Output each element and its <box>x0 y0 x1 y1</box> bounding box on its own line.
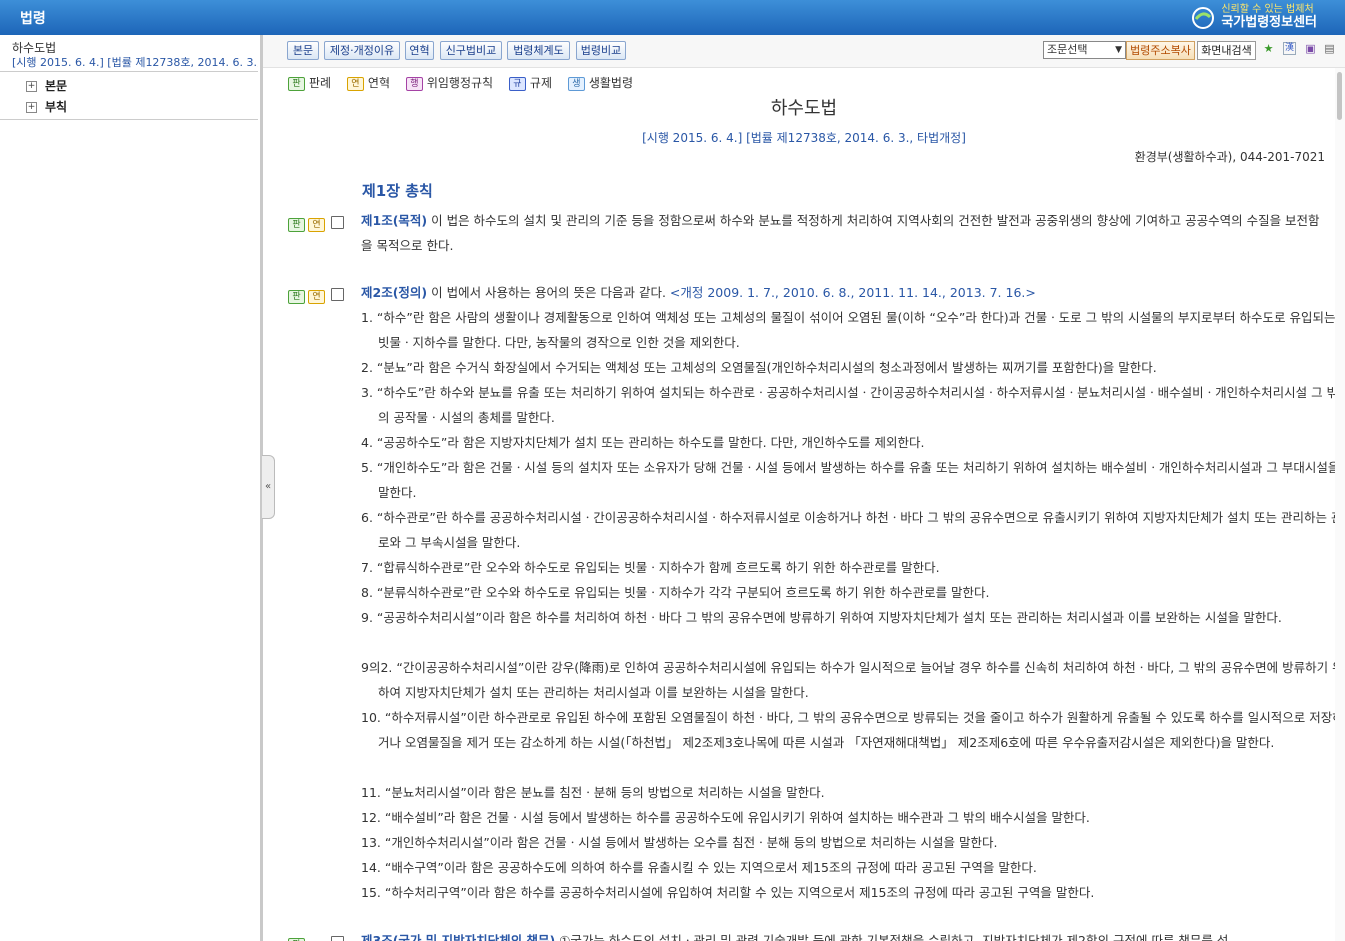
hanja-icon[interactable]: 漢 <box>1283 42 1296 55</box>
print-icon[interactable]: ▤ <box>1323 42 1336 55</box>
law-meta[interactable]: [시행 2015. 6. 4.] [법률 제12738호, 2014. 6. 3… <box>263 129 1345 146</box>
living-law-badge-icon: 생 <box>567 76 585 91</box>
find-in-page-button[interactable]: 화면내검색 <box>1197 41 1256 60</box>
tree-item-label[interactable]: 본문 <box>45 79 67 93</box>
legend-label: 규제 <box>529 76 553 90</box>
expand-icon[interactable]: + <box>26 81 37 92</box>
legend-label: 생활법령 <box>588 76 634 90</box>
definition-item: 12. “배수설비”라 함은 건물ㆍ시설 등에서 발생하는 하수를 공공하수도에… <box>361 810 1090 825</box>
legend-item[interactable]: 규 규제 <box>508 76 553 91</box>
article-3: 제3조(국가 및 지방자치단체의 책무) ①국가는 하수도의 설치ㆍ관리 및 관… <box>361 928 1331 941</box>
legend-label: 판례 <box>309 76 332 90</box>
article-2: 제2조(정의) 이 법에서 사용하는 용어의 뜻은 다음과 같다. <개정 20… <box>361 280 1331 305</box>
tab-body-button[interactable]: 본문 <box>287 41 319 60</box>
legend-label: 위임행정규칙 <box>426 76 494 90</box>
tree-item-addenda[interactable]: + 부칙 <box>26 98 67 115</box>
definition-item: 2. “분뇨”라 함은 수거식 화장실에서 수거되는 액체성 또는 고체성의 오… <box>361 360 1157 375</box>
article-text: 이 법에서 사용하는 용어의 뜻은 다음과 같다. <box>427 285 670 300</box>
definition-item: 9의2. “간이공공하수처리시설”이란 강우(降雨)로 인하여 공공하수처리시설… <box>361 660 1344 700</box>
definition-item: 8. “분류식하수관로”란 오수와 하수도로 유입되는 빗물ㆍ지하수가 각각 구… <box>361 585 990 600</box>
divider <box>0 71 258 72</box>
article-heading[interactable]: 제1조(목적) <box>361 213 427 228</box>
article-text: ①국가는 하수도의 설치ㆍ관리 및 관련 기술개발 등에 관한 기본정책을 수립… <box>555 933 1229 941</box>
definition-item: 11. “분뇨처리시설”이라 함은 분뇨를 침전ㆍ분해 등의 방법으로 처리하는… <box>361 785 825 800</box>
ministry-contact: 환경부(생활하수과), 044-201-7021 <box>1134 150 1325 164</box>
definition-item: 7. “합류식하수관로”란 오수와 하수도로 유입되는 빗물ㆍ지하수가 함께 흐… <box>361 560 940 575</box>
legend-item[interactable]: 판 판례 <box>288 76 332 91</box>
amendment-note[interactable]: <개정 2009. 1. 7., 2010. 6. 8., 2011. 11. … <box>670 285 1036 300</box>
vertical-scrollbar[interactable] <box>1335 68 1345 941</box>
sidebar-law-meta: [시행 2015. 6. 4.] [법률 제12738호, 2014. 6. 3… <box>12 56 258 69</box>
article-heading[interactable]: 제3조(국가 및 지방자치단체의 책무) <box>361 933 555 941</box>
legend-item[interactable]: 행 위임행정규칙 <box>405 76 494 91</box>
definition-item: 13. “개인하수처리시설”이라 함은 건물ㆍ시설 등에서 발생하는 오수를 침… <box>361 835 998 850</box>
app-title: 법령 <box>20 11 46 27</box>
legend-label: 연혁 <box>367 76 391 90</box>
precedent-badge-icon[interactable]: 판 <box>288 217 305 232</box>
tree-item-body[interactable]: + 본문 <box>26 77 67 94</box>
enactment-reason-button[interactable]: 제정·개정이유 <box>324 41 400 60</box>
definition-item: 15. “하수처리구역”이라 함은 하수를 공공하수처리시설에 유입하여 처리할… <box>361 885 1095 900</box>
precedent-badge-icon[interactable]: 판 <box>288 289 305 304</box>
law-content: 판 판례 연 연혁 행 위임행정규칙 규 규제 생 생활법령 하수도법 [시행 2015.… <box>263 68 1345 941</box>
definition-item: 6. “하수관로”란 하수를 공공하수처리시설ㆍ간이공공하수처리시설ㆍ하수저류시… <box>361 510 1343 550</box>
precedent-badge-icon[interactable]: 판 <box>288 937 305 941</box>
legend-item[interactable]: 연 연혁 <box>346 76 391 91</box>
brand[interactable]: 신뢰할 수 있는 법제처 국가법령정보센터 <box>1192 4 1317 31</box>
history-button[interactable]: 연혁 <box>405 41 434 60</box>
article-text: 이 법은 하수도의 설치 및 관리의 기준 등을 정함으로써 하수와 분뇨를 적… <box>361 213 1320 253</box>
legend-item[interactable]: 생 생활법령 <box>567 76 634 91</box>
history-badge-icon[interactable]: 연 <box>308 217 325 232</box>
definition-item: 1. “하수”란 함은 사람의 생활이나 경제활동으로 인하여 액체성 또는 고… <box>361 310 1336 350</box>
copy-address-button[interactable]: 법령주소복사 <box>1126 41 1195 60</box>
article-1-icons: 판연 <box>288 214 328 233</box>
brand-logo-icon <box>1192 7 1215 29</box>
chevron-down-icon: ▼ <box>1115 45 1122 55</box>
definition-item: 3. “하수도”란 하수와 분뇨를 유출 또는 처리하기 위하여 설치되는 하수… <box>361 385 1339 425</box>
article-heading[interactable]: 제2조(정의) <box>361 285 427 300</box>
article-1-checkbox[interactable] <box>331 216 344 229</box>
toolbar: 본문 제정·개정이유 연혁 신구법비교 법령체계도 법령비교 조문선택 ▼ 법령주… <box>263 35 1345 68</box>
article-select-value: 조문선택 <box>1047 43 1088 56</box>
definition-item: 5. “개인하수도”라 함은 건물ㆍ시설 등의 설치자 또는 소유자가 당해 건… <box>361 460 1340 500</box>
brand-name: 국가법령정보센터 <box>1221 15 1317 30</box>
article-2-checkbox[interactable] <box>331 288 344 301</box>
article-select[interactable]: 조문선택 ▼ <box>1043 41 1126 59</box>
old-new-compare-button[interactable]: 신구법비교 <box>440 41 502 60</box>
legend: 판 판례 연 연혁 행 위임행정규칙 규 규제 생 생활법령 <box>288 74 645 91</box>
scrollbar-thumb[interactable] <box>1337 72 1342 120</box>
definition-item: 14. “배수구역”이라 함은 공공하수도에 의하여 하수를 유출시킬 수 있는… <box>361 860 1037 875</box>
history-badge-icon: 연 <box>346 76 364 91</box>
top-bar: 법령 신뢰할 수 있는 법제처 국가법령정보센터 <box>0 0 1345 35</box>
precedent-badge-icon: 판 <box>288 76 305 91</box>
article-1: 제1조(목적) 이 법은 하수도의 설치 및 관리의 기준 등을 정함으로써 하… <box>361 208 1331 258</box>
divider <box>0 119 258 120</box>
history-badge-icon[interactable]: 연 <box>308 289 325 304</box>
expand-icon[interactable]: + <box>26 102 37 113</box>
article-2-icons: 판연 <box>288 286 328 305</box>
law-compare-button[interactable]: 법령비교 <box>576 41 626 60</box>
regulation-badge-icon: 규 <box>508 76 526 91</box>
law-system-chart-button[interactable]: 법령체계도 <box>507 41 570 60</box>
definition-item: 9. “공공하수처리시설”이라 함은 하수를 처리하여 하천ㆍ바다 그 밖의 공… <box>361 610 1282 625</box>
star-icon[interactable]: ★ <box>1262 42 1275 55</box>
sidebar: 하수도법 [시행 2015. 6. 4.] [법률 제12738호, 2014.… <box>0 35 260 941</box>
article-3-icons: 판 <box>288 934 308 941</box>
tree-item-label[interactable]: 부칙 <box>45 100 67 114</box>
save-icon[interactable]: ▣ <box>1304 42 1317 55</box>
brand-slogan: 신뢰할 수 있는 법제처 <box>1221 4 1314 15</box>
law-title: 하수도법 <box>770 98 838 119</box>
article-3-checkbox[interactable] <box>331 936 344 941</box>
definition-item: 4. “공공하수도”라 함은 지방자치단체가 설치 또는 관리하는 하수도를 말… <box>361 435 925 450</box>
definition-item: 10. “하수저류시설”이란 하수관로로 유입된 하수에 포함된 오염물질이 하… <box>361 710 1344 750</box>
chapter-heading: 제1장 총칙 <box>362 182 433 200</box>
admin-rule-badge-icon: 행 <box>405 76 423 91</box>
